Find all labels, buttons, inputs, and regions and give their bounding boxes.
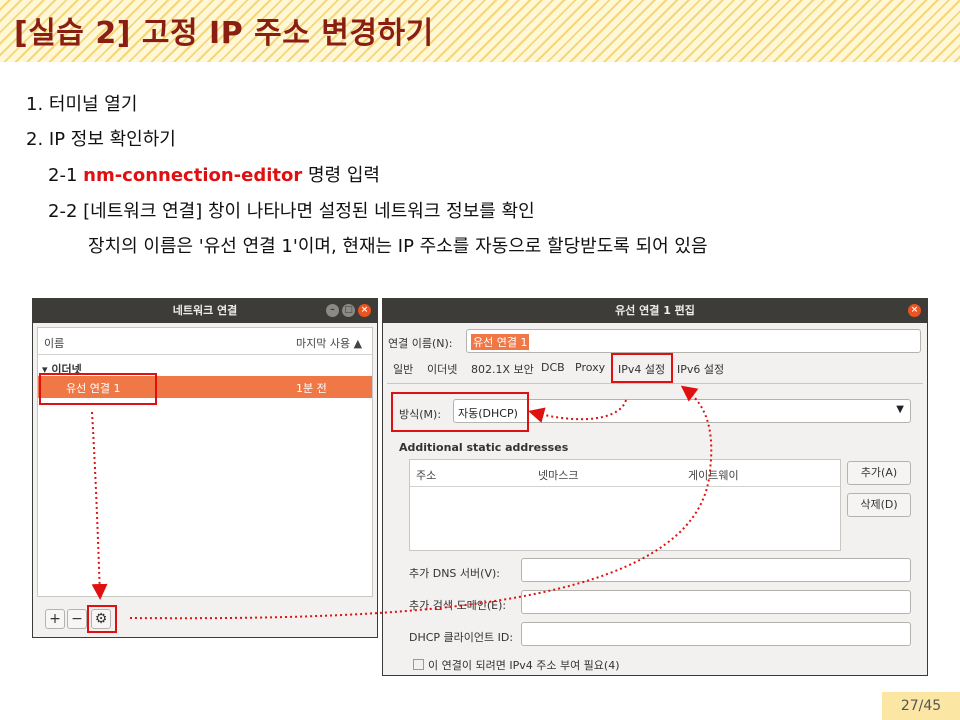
step-2-1-prefix: 2-1 [48, 165, 84, 186]
tab-8021x[interactable]: 802.1X 보안 [471, 361, 534, 377]
highlight-method [391, 392, 529, 432]
add-connection-button[interactable]: + [45, 609, 65, 629]
tab-ethernet[interactable]: 이더넷 [427, 361, 457, 377]
dns-label: 추가 DNS 서버(V): [409, 567, 500, 580]
connection-last-used: 1분 전 [296, 382, 327, 395]
dns-input[interactable] [521, 558, 911, 582]
list-header: 이름 마지막 사용 ▲ [38, 328, 372, 355]
connection-list: 이름 마지막 사용 ▲ ▾ 이더넷 [37, 327, 373, 597]
column-netmask[interactable]: 넷마스크 [538, 467, 578, 483]
step-2-2: 2-2 [네트워크 연결] 창이 나타나면 설정된 네트워크 정보를 확인 [48, 201, 535, 222]
column-name[interactable]: 이름 [44, 335, 64, 351]
dhcp-client-id-label: DHCP 클라이언트 ID: [409, 631, 514, 644]
connection-name-label: 연결 이름(N): [388, 337, 453, 350]
highlight-connection [39, 373, 157, 405]
chevron-down-icon: ▼ [896, 404, 904, 415]
edit-window-title: 유선 연결 1 편집 [615, 304, 695, 317]
edit-window-controls: × [908, 304, 921, 317]
page-number: 27/45 [882, 692, 960, 720]
highlight-settings [87, 605, 117, 633]
connection-name-value: 유선 연결 1 [471, 334, 530, 350]
step-2-1-suffix: 명령 입력 [302, 165, 380, 186]
slide-title: [실습 2] 고정 IP 주소 변경하기 [14, 16, 434, 51]
highlight-ipv4-tab [611, 353, 673, 383]
require-ipv4-checkbox[interactable]: 이 연결이 되려면 IPv4 주소 부여 필요(4) [413, 657, 620, 673]
column-last-used[interactable]: 마지막 사용 ▲ [296, 335, 362, 351]
remove-connection-button[interactable]: − [67, 609, 87, 629]
edit-connection-window: 유선 연결 1 편집 × 연결 이름(N): 유선 연결 1 일반 이더넷 80… [382, 298, 928, 676]
dhcp-client-id-input[interactable] [521, 622, 911, 646]
search-domain-input[interactable] [521, 590, 911, 614]
require-ipv4-label: 이 연결이 되려면 IPv4 주소 부여 필요(4) [428, 659, 620, 672]
title-banner: [실습 2] 고정 IP 주소 변경하기 [0, 0, 960, 62]
step-1: 1. 터미널 열기 [26, 94, 138, 115]
delete-address-button[interactable]: 삭제(D) [847, 493, 911, 517]
column-gateway[interactable]: 게이트웨이 [688, 467, 739, 483]
tab-proxy[interactable]: Proxy [575, 361, 605, 374]
search-domain-label: 추가 검색 도메인(E): [409, 599, 507, 612]
network-connections-window: 네트워크 연결 – □ × 이름 마지막 사용 ▲ ▾ 이더넷 유선 연결 1 … [32, 298, 378, 638]
address-table-header: 주소 넷마스크 게이트웨이 [410, 460, 840, 487]
column-address[interactable]: 주소 [416, 467, 436, 483]
tab-divider [387, 383, 923, 384]
command-text: nm-connection-editor [83, 165, 303, 186]
edit-window-titlebar: 유선 연결 1 편집 × [383, 299, 927, 323]
close-icon[interactable]: × [358, 304, 371, 317]
tab-dcb[interactable]: DCB [541, 361, 565, 374]
step-2-1: 2-1 nm-connection-editor 명령 입력 [48, 161, 380, 187]
network-window-title: 네트워크 연결 [172, 304, 238, 317]
static-addresses-header: Additional static addresses [399, 441, 569, 454]
step-2: 2. IP 정보 확인하기 [26, 129, 176, 150]
network-window-titlebar: 네트워크 연결 – □ × [33, 299, 377, 323]
connection-name-input[interactable]: 유선 연결 1 [466, 329, 921, 353]
close-icon[interactable]: × [908, 304, 921, 317]
maximize-icon[interactable]: □ [342, 304, 355, 317]
tab-ipv6[interactable]: IPv6 설정 [677, 361, 724, 377]
minimize-icon[interactable]: – [326, 304, 339, 317]
step-2-2-detail: 장치의 이름은 '유선 연결 1'이며, 현재는 IP 주소를 자동으로 할당받… [88, 236, 708, 257]
window-controls: – □ × [326, 304, 371, 317]
tab-general[interactable]: 일반 [393, 361, 413, 377]
add-address-button[interactable]: 추가(A) [847, 461, 911, 485]
static-address-table[interactable]: 주소 넷마스크 게이트웨이 [409, 459, 841, 551]
checkbox-icon [413, 659, 424, 670]
